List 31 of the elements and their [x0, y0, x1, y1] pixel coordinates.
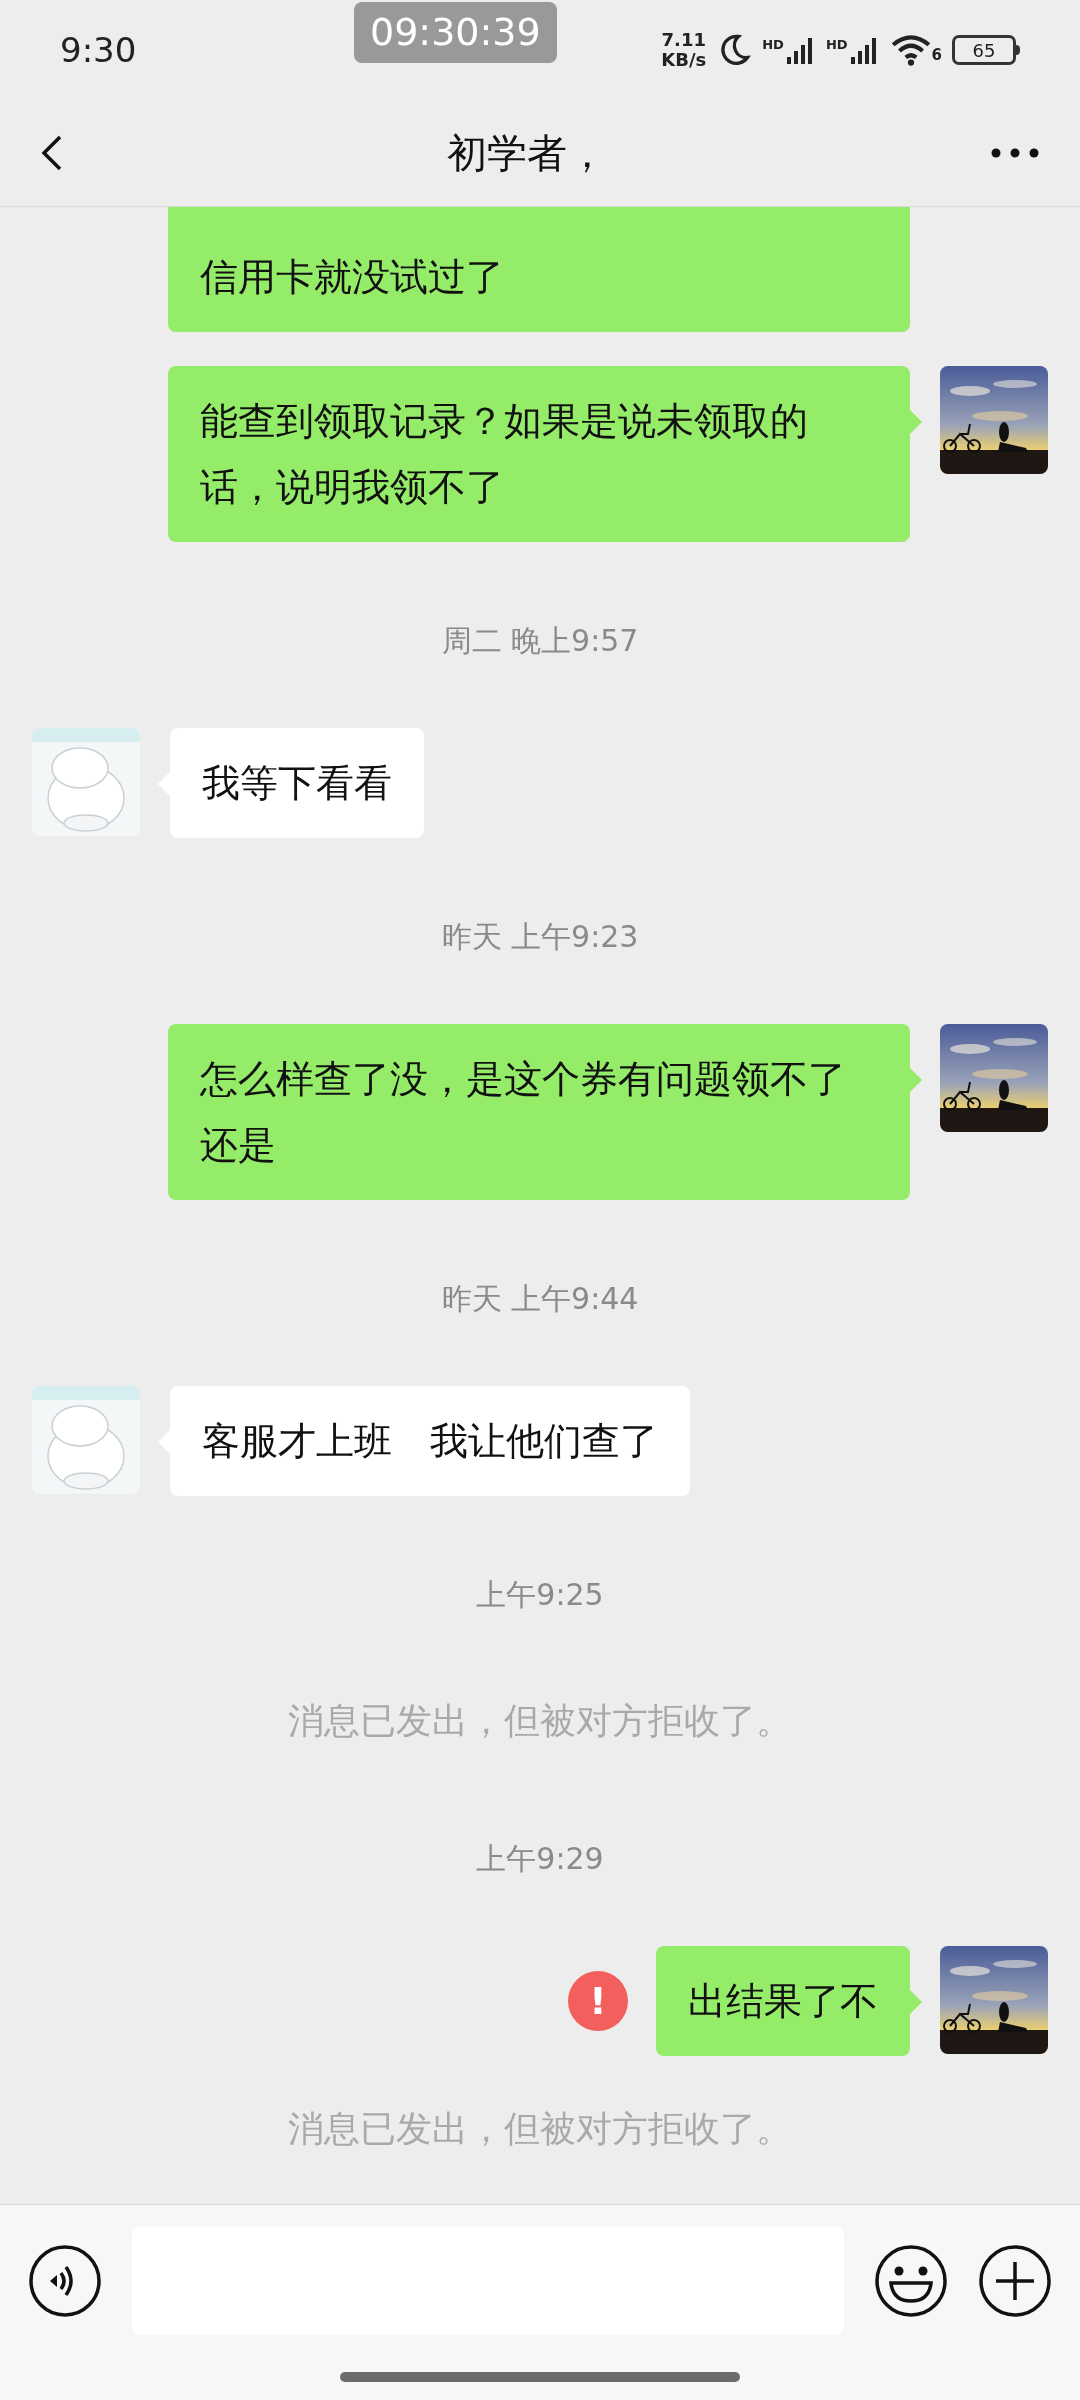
message-time: 上午9:29	[476, 1843, 604, 1875]
message-time: 周二 晚上9:57	[441, 625, 639, 657]
message-bubble: 信用卡就没试过了	[168, 207, 910, 332]
message-bubble: 怎么样查了没，是这个券有问题领不了还是	[168, 1024, 910, 1200]
chat-title: 初学者，	[446, 129, 608, 178]
battery-level: 65	[971, 38, 997, 62]
plus-icon[interactable]	[978, 2244, 1052, 2318]
status-time: 9:30	[60, 28, 137, 72]
bubble-tail	[910, 410, 922, 434]
message-bubble: 出结果了不	[656, 1946, 910, 2056]
clock-overlay: 09:30:39	[354, 2, 557, 63]
emoji-icon[interactable]	[874, 2244, 948, 2318]
bubble-tail	[910, 1990, 922, 2014]
system-notice: 消息已发出，但被对方拒收了。	[288, 1701, 792, 1741]
network-unit: KB/s	[661, 50, 707, 70]
more-icon[interactable]	[990, 147, 1040, 159]
wifi-icon	[889, 34, 932, 66]
voice-icon[interactable]	[28, 2244, 102, 2318]
send-failed-icon[interactable]: !	[568, 1971, 628, 2031]
network-speed: 7.11	[661, 30, 706, 50]
message-bubble: 客服才上班 我让他们查了	[170, 1386, 690, 1496]
hd-label: HD	[825, 36, 848, 54]
hd-label: HD	[762, 36, 784, 54]
message-time: 昨天 上午9:23	[441, 921, 639, 953]
message-bubble: 我等下看看	[170, 728, 424, 838]
system-notice: 消息已发出，但被对方拒收了。	[288, 2109, 792, 2149]
message-bubble: 能查到领取记录？如果是说未领取的话，说明我领不了	[168, 366, 910, 542]
wifi-label: 6	[931, 44, 942, 66]
bubble-tail	[910, 1068, 922, 1092]
message-time: 上午9:25	[476, 1579, 604, 1611]
message-time: 昨天 上午9:44	[441, 1283, 639, 1315]
